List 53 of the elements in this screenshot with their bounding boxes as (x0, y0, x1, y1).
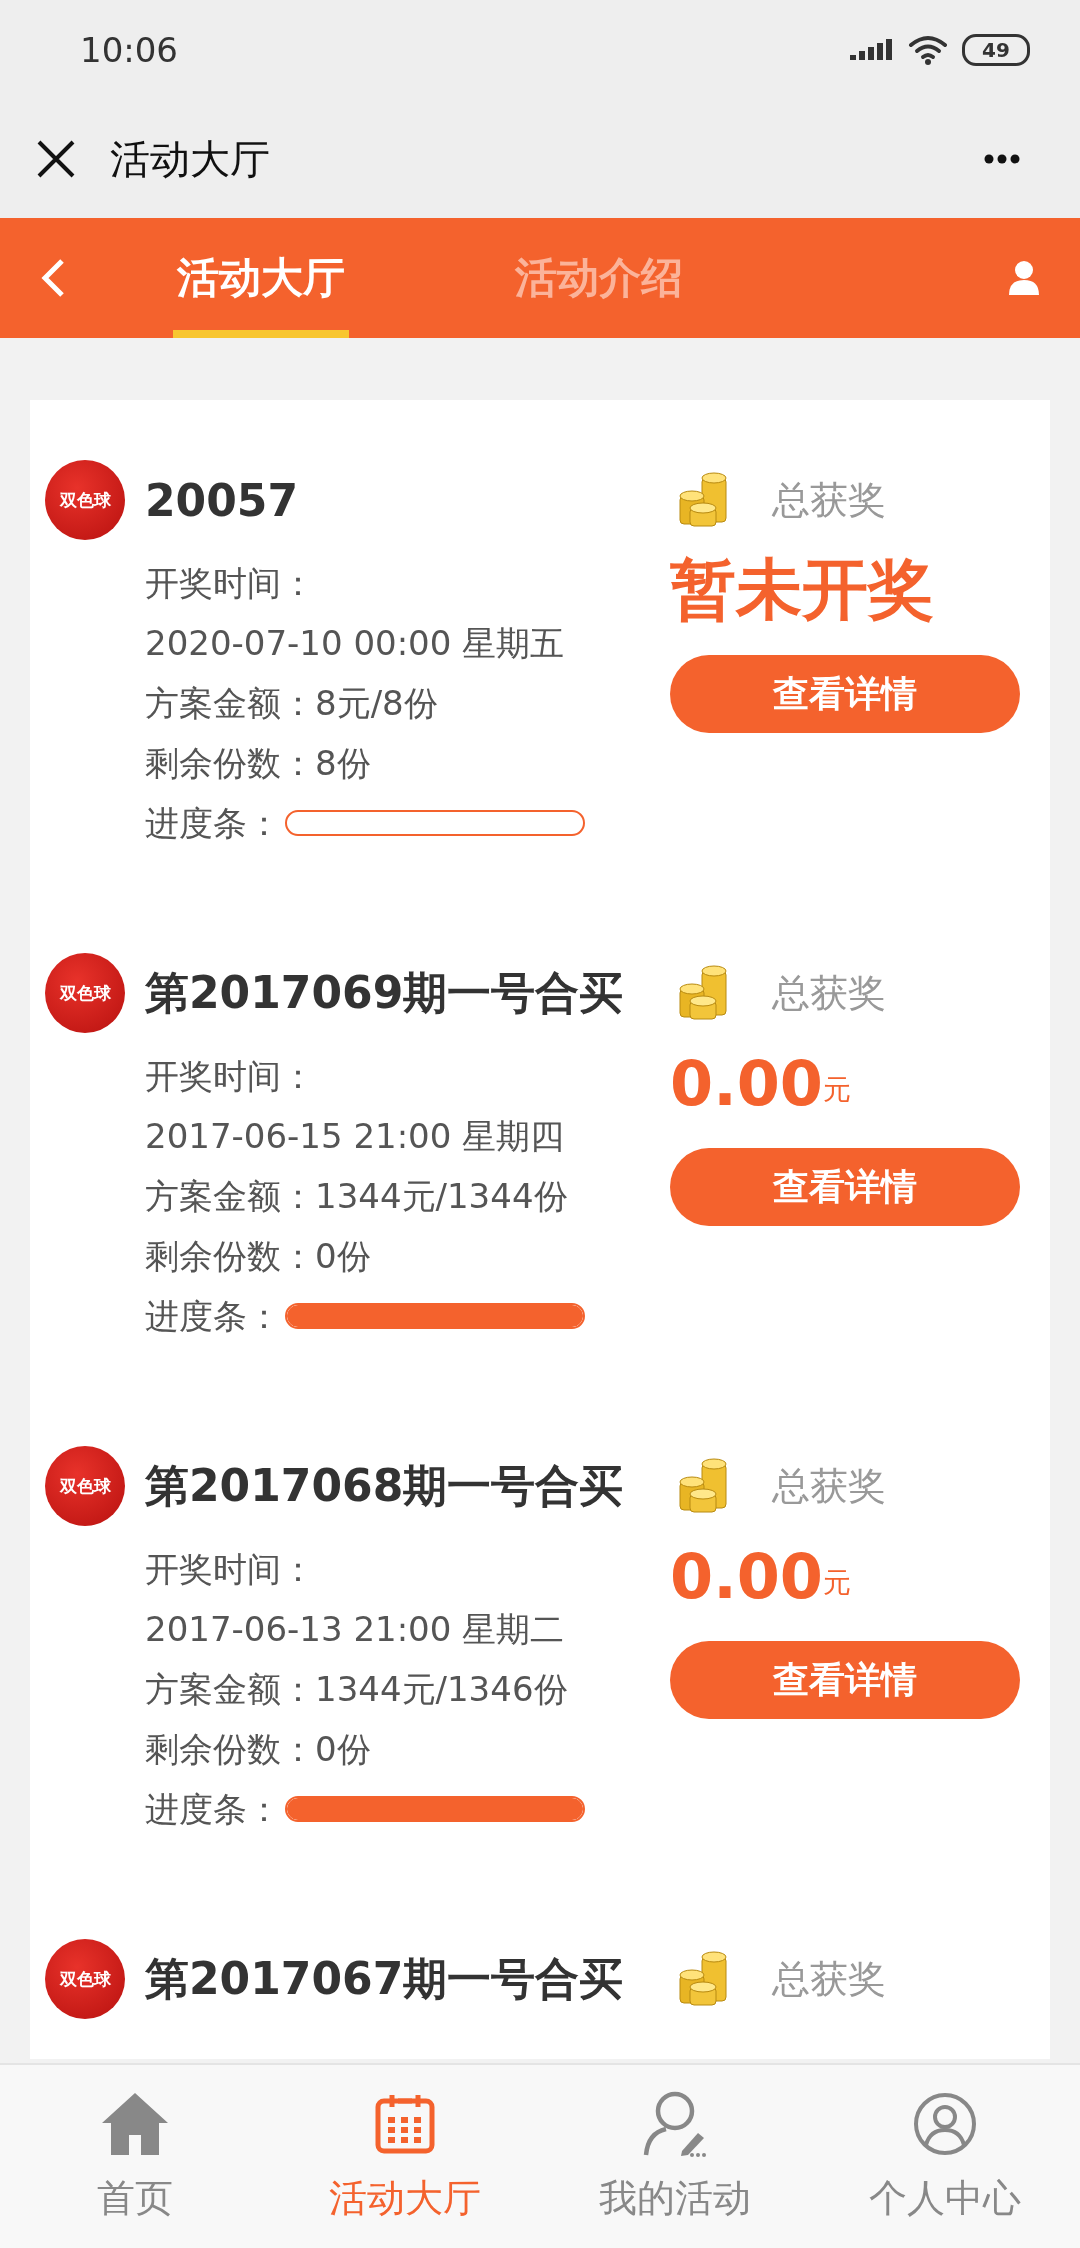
plan-amount: 方案金额：1344元/1344份 (145, 1175, 569, 1218)
window-title: 活动大厅 (110, 134, 271, 184)
draw-time-label: 开奖时间： (145, 562, 316, 605)
card-title: 20057 (145, 474, 299, 526)
prize-amount: 0.00 (670, 1539, 823, 1613)
card-title: 第2017068期一号合买 (145, 1458, 624, 1513)
remaining-shares: 剩余份数：0份 (145, 1728, 372, 1771)
status-time: 10:06 (80, 30, 179, 70)
tab[interactable]: 活动介绍 (511, 218, 687, 338)
card-title: 第2017069期一号合买 (145, 965, 624, 1020)
prize-label: 总获奖 (772, 476, 886, 524)
draw-time: 2017-06-15 21:00 星期四 (145, 1115, 566, 1158)
prize-status: 暂未开奖 (670, 550, 934, 630)
plan-amount: 方案金额：1344元/1346份 (145, 1668, 569, 1711)
progress-label: 进度条： (145, 1295, 281, 1338)
nav-tab[interactable]: 我的活动 (540, 2065, 810, 2248)
details-button[interactable]: 查看详情 (670, 1641, 1020, 1719)
battery-indicator: 49 (962, 34, 1030, 66)
progress-label: 进度条： (145, 802, 281, 845)
calendar-icon (374, 2093, 436, 2155)
prize-amount: 0.00 (670, 1046, 823, 1120)
card-title: 第2017067期一号合买 (145, 1951, 624, 2006)
remaining-shares: 剩余份数：8份 (145, 742, 372, 785)
draw-time-label: 开奖时间： (145, 1055, 316, 1098)
nav-tab[interactable]: 个人中心 (810, 2065, 1080, 2248)
home-icon (100, 2091, 170, 2157)
draw-time: 2020-07-10 00:00 星期五 (145, 622, 566, 665)
nav-tab[interactable]: 首页 (0, 2065, 270, 2248)
back-icon[interactable] (40, 258, 66, 298)
lottery-logo: 双色球 (45, 1446, 125, 1526)
user-circle-icon (913, 2092, 977, 2156)
wifi-icon (908, 34, 948, 66)
draw-time: 2017-06-13 21:00 星期二 (145, 1608, 566, 1651)
draw-time-label: 开奖时间： (145, 1548, 316, 1591)
prize-label: 总获奖 (772, 969, 886, 1017)
tab[interactable]: 活动大厅 (173, 218, 349, 338)
lottery-logo: 双色球 (45, 1939, 125, 2019)
currency-unit: 元 (823, 1565, 851, 1601)
prize-label: 总获奖 (772, 1462, 886, 1510)
details-button[interactable]: 查看详情 (670, 1148, 1020, 1226)
more-icon[interactable] (984, 154, 1020, 164)
prize-label: 总获奖 (772, 1955, 886, 2003)
user-icon[interactable] (1008, 260, 1040, 296)
person-edit-icon (642, 2091, 708, 2157)
lottery-logo: 双色球 (45, 953, 125, 1033)
currency-unit: 元 (823, 1072, 851, 1108)
nav-tab[interactable]: 活动大厅 (270, 2065, 540, 2248)
remaining-shares: 剩余份数：0份 (145, 1235, 372, 1278)
lottery-logo: 双色球 (45, 460, 125, 540)
details-button[interactable]: 查看详情 (670, 655, 1020, 733)
close-icon[interactable] (36, 139, 76, 179)
progress-label: 进度条： (145, 1788, 281, 1831)
plan-amount: 方案金额：8元/8份 (145, 682, 439, 725)
